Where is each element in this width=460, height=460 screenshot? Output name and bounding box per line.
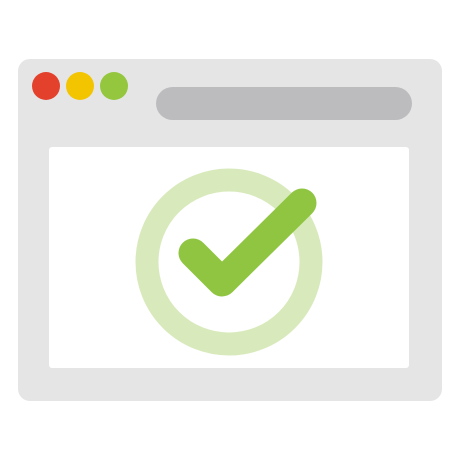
- address-bar: [156, 87, 412, 120]
- window-minimize-dot: [66, 72, 94, 100]
- browser-content-area: [49, 147, 409, 368]
- window-maximize-dot: [100, 72, 128, 100]
- window-close-dot: [32, 72, 60, 100]
- success-browser-illustration: [0, 0, 460, 460]
